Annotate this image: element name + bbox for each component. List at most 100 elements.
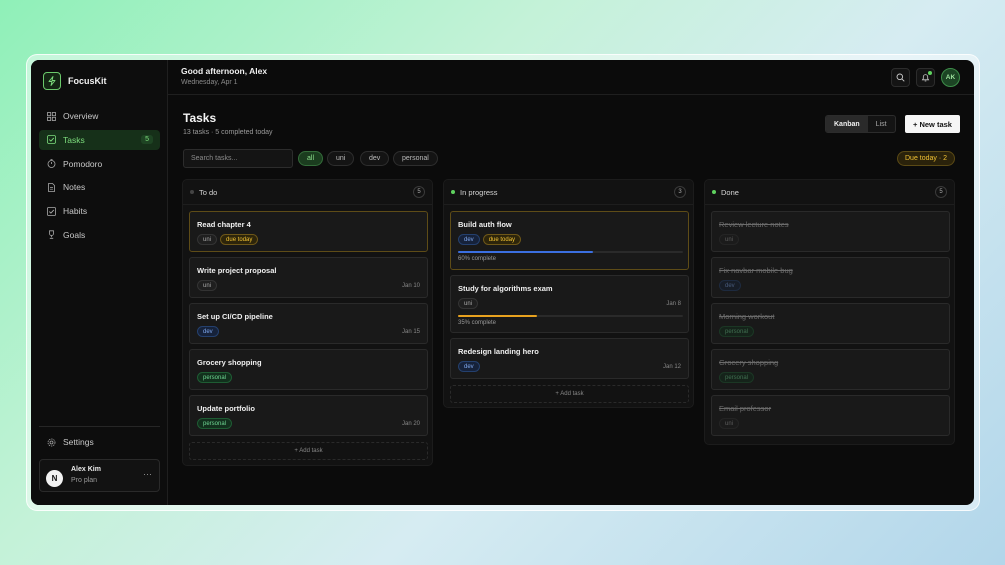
column-count: 3 xyxy=(674,186,686,198)
filter-uni[interactable]: uni xyxy=(327,151,355,166)
sidebar-item-label: Tasks xyxy=(63,134,85,145)
column-header: In progress 3 xyxy=(444,180,693,205)
sidebar-item-overview[interactable]: Overview xyxy=(39,106,160,126)
task-due-date: Jan 12 xyxy=(662,364,681,370)
sidebar-item-habits[interactable]: Habits xyxy=(39,201,160,221)
column-count: 5 xyxy=(935,186,947,198)
task-tags: dev xyxy=(458,361,480,372)
check-square-icon xyxy=(47,206,56,216)
task-tags: dev due today xyxy=(458,234,522,245)
tag-uni: uni xyxy=(719,234,740,245)
sidebar-item-label: Pomodoro xyxy=(63,158,103,169)
task-card[interactable]: Write project proposal uni Jan 10 xyxy=(189,257,428,298)
task-card[interactable]: Morning workout personal xyxy=(711,303,950,344)
sidebar-divider xyxy=(39,426,160,427)
notification-dot xyxy=(928,71,932,75)
notifications-button[interactable] xyxy=(916,68,935,87)
task-title: Write project proposal xyxy=(197,266,277,275)
progress-fill xyxy=(458,315,537,317)
settings-section: Settings xyxy=(39,432,160,456)
user-avatar[interactable]: AK xyxy=(941,68,960,87)
tag-uni: uni xyxy=(719,418,740,429)
more-options-icon[interactable]: ··· xyxy=(143,469,152,479)
task-due-date: Jan 15 xyxy=(401,329,420,335)
task-tags: uni xyxy=(719,234,740,245)
sidebar-item-tasks[interactable]: Tasks 5 xyxy=(39,129,160,150)
document-icon xyxy=(47,182,56,192)
tag-uni: uni xyxy=(458,298,479,309)
due-today-badge[interactable]: Due today · 2 xyxy=(897,151,956,166)
task-title: Build auth flow xyxy=(458,220,512,229)
bolt-icon xyxy=(43,72,61,90)
filter-dev[interactable]: dev xyxy=(360,151,390,166)
column-title: To do xyxy=(199,187,218,197)
task-title: Review lecture notes xyxy=(719,220,789,229)
search-icon xyxy=(896,69,905,87)
avatar: N xyxy=(46,470,63,487)
task-card[interactable]: Grocery shopping personal xyxy=(711,349,950,390)
column-done: Done 5 Review lecture notes uni Fix navb… xyxy=(704,179,955,445)
task-card[interactable]: Review lecture notes uni xyxy=(711,211,950,252)
column-status-dot xyxy=(190,190,194,194)
progress-bar xyxy=(458,315,683,317)
topbar: Good afternoon, Alex Wednesday, Apr 1 AK xyxy=(168,60,974,95)
task-card[interactable]: Study for algorithms exam uni Jan 8 35% … xyxy=(450,275,689,333)
view-kanban-button[interactable]: Kanban xyxy=(826,116,868,132)
page-subtitle: 13 tasks · 5 completed today xyxy=(183,129,273,136)
task-due-date: Jan 20 xyxy=(401,421,420,427)
sidebar-nav: Overview Tasks 5 Pomodoro Notes Habits G… xyxy=(39,106,160,249)
sidebar-item-pomodoro[interactable]: Pomodoro xyxy=(39,154,160,174)
task-card[interactable]: Email professor uni xyxy=(711,395,950,436)
logo[interactable]: FocusKit xyxy=(43,72,107,90)
new-task-button[interactable]: + New task xyxy=(905,115,960,133)
task-card[interactable]: Redesign landing hero dev Jan 12 xyxy=(450,338,689,379)
sidebar: FocusKit Overview Tasks 5 Pomodoro Notes xyxy=(31,60,168,505)
filter-all[interactable]: all xyxy=(298,151,324,166)
task-title: Set up CI/CD pipeline xyxy=(197,312,273,321)
tag-personal: personal xyxy=(197,372,233,383)
task-card[interactable]: Fix navbar mobile bug dev xyxy=(711,257,950,298)
tag-personal: personal xyxy=(719,326,755,337)
search-button[interactable] xyxy=(891,68,910,87)
tag-dev: dev xyxy=(458,361,480,372)
current-date: Wednesday, Apr 1 xyxy=(181,79,238,86)
page-title: Tasks xyxy=(183,111,217,125)
user-plan: Pro plan xyxy=(71,477,98,484)
tag-dev: dev xyxy=(719,280,741,291)
column-title: Done xyxy=(721,187,739,197)
sidebar-item-notes[interactable]: Notes xyxy=(39,177,160,197)
user-name: Alex Kim xyxy=(71,466,101,473)
task-tags: dev xyxy=(719,280,741,291)
filter-personal[interactable]: personal xyxy=(393,151,438,166)
task-due-date: Jan 10 xyxy=(401,283,420,289)
task-card[interactable]: Set up CI/CD pipeline dev Jan 15 xyxy=(189,303,428,344)
view-toggle: Kanban List xyxy=(825,115,896,133)
tag-due-today: due today xyxy=(220,234,259,245)
view-list-button[interactable]: List xyxy=(868,116,895,132)
task-card[interactable]: Update portfolio personal Jan 20 xyxy=(189,395,428,436)
task-tags: dev xyxy=(197,326,219,337)
sidebar-item-label: Notes xyxy=(63,182,86,193)
progress-text: 60% complete xyxy=(458,256,497,262)
sidebar-item-label: Settings xyxy=(63,437,94,447)
column-title: In progress xyxy=(460,187,498,197)
add-task-button[interactable]: + Add task xyxy=(450,385,689,403)
task-title: Study for algorithms exam xyxy=(458,284,553,293)
grid-icon xyxy=(47,111,56,121)
task-tags: personal xyxy=(197,418,233,429)
gear-icon xyxy=(47,438,56,447)
sidebar-item-goals[interactable]: Goals xyxy=(39,225,160,245)
task-tags: uni xyxy=(719,418,740,429)
task-card[interactable]: Build auth flow dev due today 60% comple… xyxy=(450,211,689,270)
user-card[interactable]: N Alex Kim Pro plan ··· xyxy=(39,459,160,492)
sidebar-item-label: Goals xyxy=(63,229,86,240)
greeting: Good afternoon, Alex xyxy=(181,66,268,76)
search-input[interactable]: Search tasks... xyxy=(183,149,293,168)
tag-uni: uni xyxy=(197,280,218,291)
task-title: Grocery shopping xyxy=(719,358,779,367)
task-card[interactable]: Read chapter 4 uni due today xyxy=(189,211,428,252)
task-card[interactable]: Grocery shopping personal xyxy=(189,349,428,390)
add-task-button[interactable]: + Add task xyxy=(189,442,428,460)
tag-uni: uni xyxy=(197,234,218,245)
sidebar-item-settings[interactable]: Settings xyxy=(39,432,160,452)
